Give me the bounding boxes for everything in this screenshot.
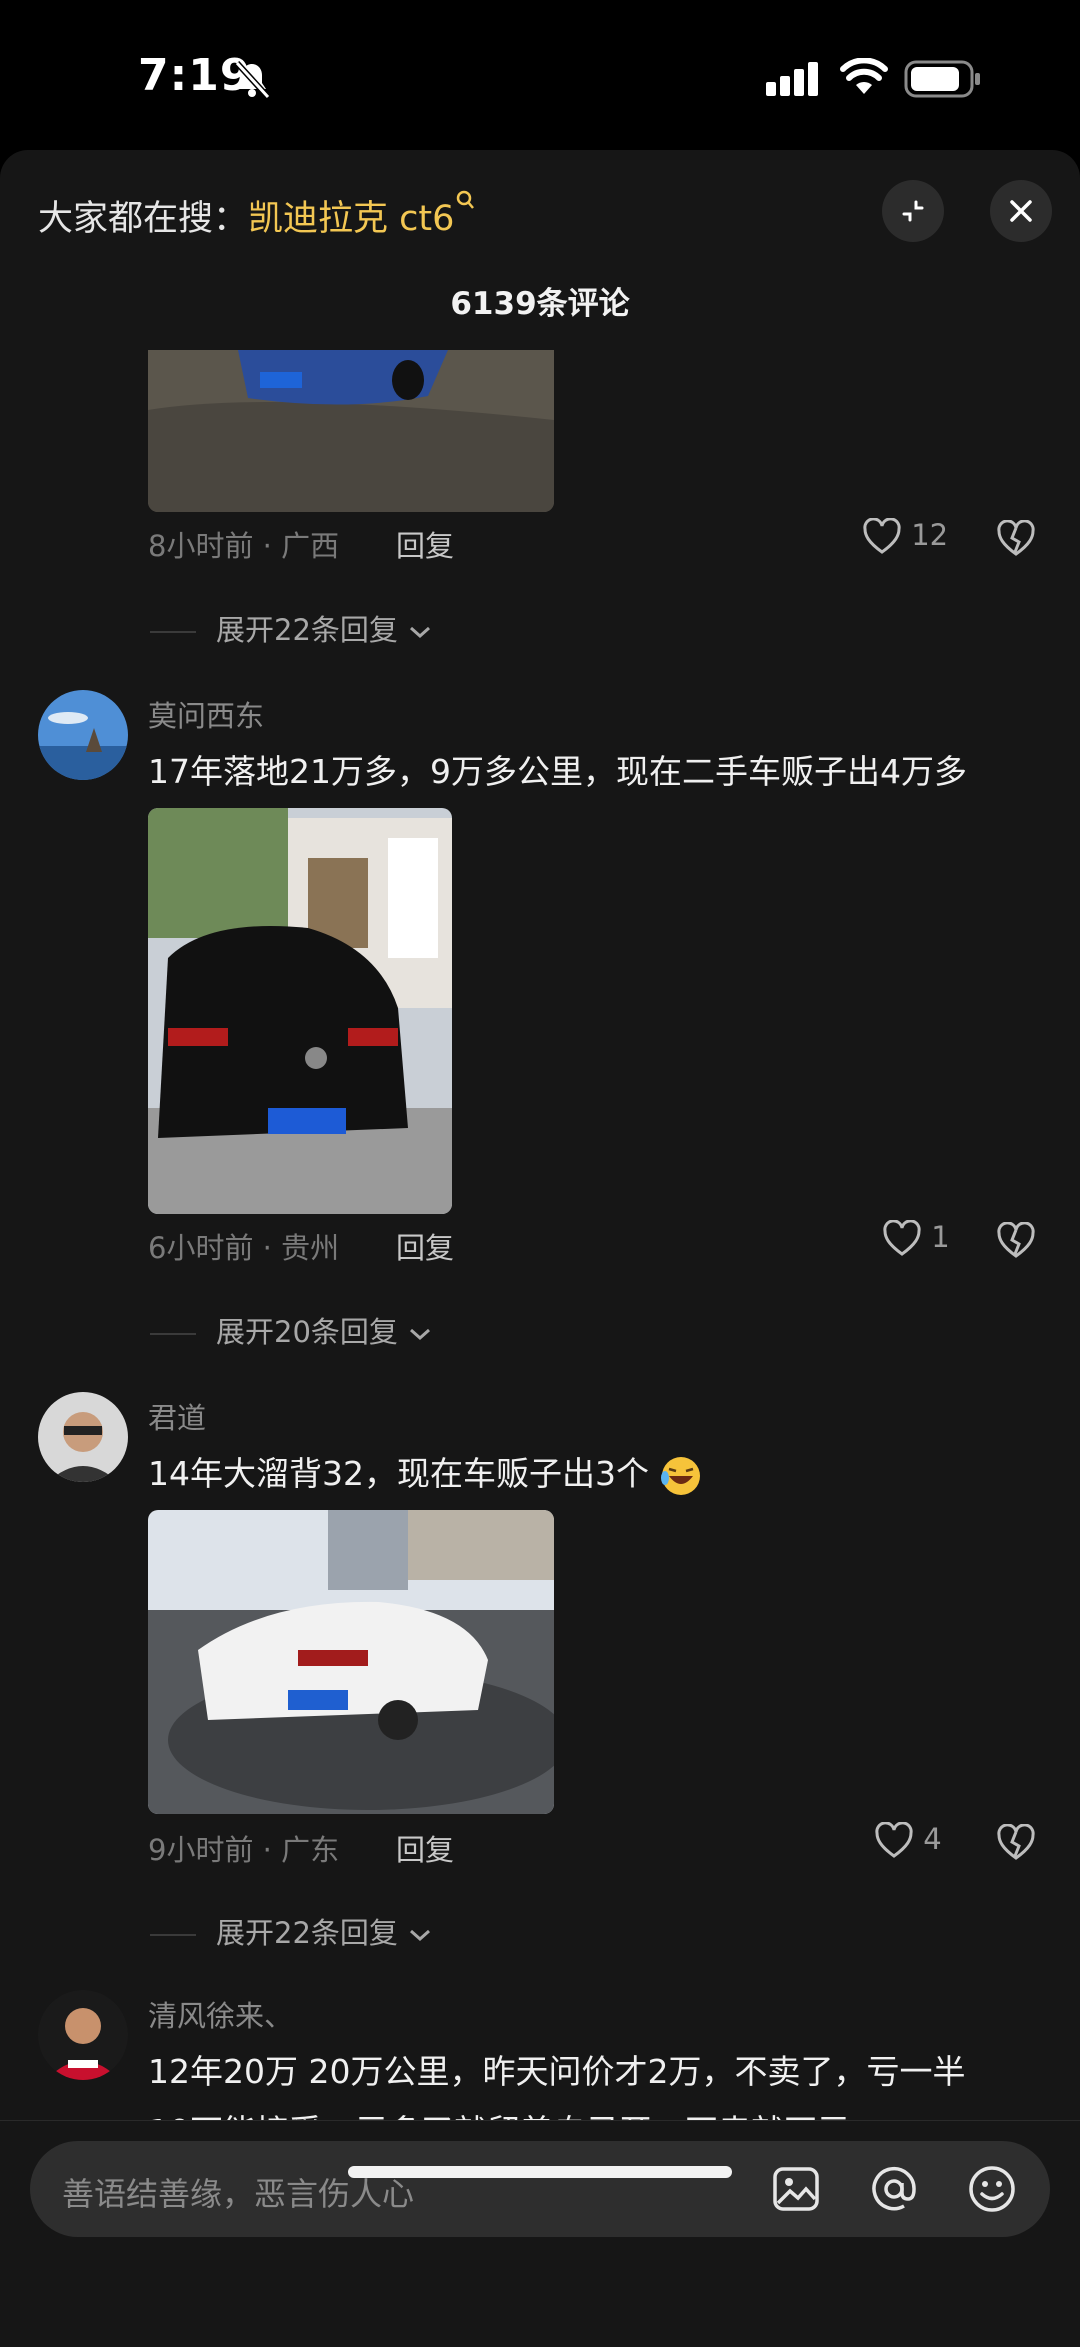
reply-button[interactable]: 回复 — [396, 523, 454, 565]
close-button[interactable] — [990, 180, 1052, 242]
heart-icon — [875, 1821, 913, 1858]
avatar-image — [38, 1990, 128, 2080]
heart-icon — [883, 1219, 921, 1256]
comment-text: 14年大溜背32，现在车贩子出3个 — [148, 1447, 703, 1498]
expand-replies-label: 展开20条回复 — [216, 1315, 398, 1349]
comment-input-bar: 善语结善缘，恶言伤人心 — [0, 2120, 1080, 2347]
hot-search[interactable]: 大家都在搜：凯迪拉克 ct6 — [38, 190, 476, 241]
expand-replies-button[interactable]: 展开22条回复 — [150, 1910, 433, 1952]
dislike-button[interactable] — [996, 1221, 1036, 1260]
emoji-icon[interactable] — [966, 2163, 1018, 2215]
status-bar: 7:19 — [0, 0, 1080, 150]
comment-text-body: 14年大溜背32，现在车贩子出3个 — [148, 1454, 649, 1493]
username[interactable]: 君道 — [148, 1395, 206, 1437]
comment-text: 12年20万 20万公里，昨天问价才2万，不卖了，亏一半 — [148, 2052, 966, 2091]
expand-replies-button[interactable]: 展开22条回复 — [150, 607, 433, 649]
expand-replies-label: 展开22条回复 — [216, 613, 398, 647]
broken-heart-icon — [997, 1823, 1035, 1860]
wifi-icon — [840, 58, 888, 94]
hot-search-keyword[interactable]: 凯迪拉克 ct6 — [248, 199, 454, 239]
like-count: 1 — [931, 1220, 950, 1254]
car-photo-white — [148, 1510, 554, 1814]
like-count: 4 — [923, 1822, 942, 1856]
home-indicator[interactable] — [348, 2166, 732, 2178]
broken-heart-icon — [997, 519, 1035, 556]
like-button[interactable]: 4 — [874, 1821, 942, 1860]
comment-image[interactable] — [148, 808, 452, 1214]
comment-count: 6139条评论 — [450, 286, 630, 322]
dislike-button[interactable] — [996, 519, 1036, 558]
like-button[interactable]: 12 — [862, 517, 949, 556]
comment-meta: 9小时前 · 广东 — [148, 1833, 340, 1867]
comment-text: 17年落地21万多，9万多公里，现在二手车贩子出4万多 — [148, 752, 967, 791]
cellular-signal-icon — [766, 62, 818, 96]
comment-image[interactable] — [148, 1510, 554, 1814]
reply-button[interactable]: 回复 — [396, 1827, 454, 1869]
username[interactable]: 清风徐来、 — [148, 1993, 293, 2035]
comments-sheet: 大家都在搜：凯迪拉克 ct6 6139条评论 8小时前 · 广西 回复 12 展… — [0, 150, 1080, 2347]
chevron-down-icon — [410, 1328, 431, 1341]
car-photo-black — [148, 808, 452, 1214]
collapse-icon — [902, 200, 924, 222]
reply-button[interactable]: 回复 — [396, 1225, 454, 1267]
chevron-down-icon — [410, 1929, 431, 1942]
image-icon[interactable] — [770, 2163, 822, 2215]
comment-input[interactable]: 善语结善缘，恶言伤人心 — [30, 2141, 1050, 2237]
avatar-image — [38, 1392, 128, 1482]
heart-icon — [863, 517, 901, 554]
comment-meta: 8小时前 · 广西 — [148, 529, 340, 563]
avatar[interactable] — [38, 1990, 128, 2080]
like-button[interactable]: 1 — [882, 1219, 950, 1258]
car-photo-blue — [148, 350, 554, 512]
like-count: 12 — [911, 518, 949, 552]
comment-image[interactable] — [148, 350, 554, 512]
laughing-emoji-icon — [661, 1456, 701, 1495]
mention-icon[interactable] — [868, 2163, 920, 2215]
expand-replies-label: 展开22条回复 — [216, 1916, 398, 1950]
bell-muted-icon — [234, 60, 271, 100]
hot-search-prefix: 大家都在搜： — [38, 199, 249, 239]
collapse-button[interactable] — [882, 180, 944, 242]
broken-heart-icon — [997, 1221, 1035, 1258]
username[interactable]: 莫问西东 — [148, 693, 264, 735]
avatar-image — [38, 690, 128, 780]
expand-replies-button[interactable]: 展开20条回复 — [150, 1309, 433, 1351]
comment-meta: 6小时前 · 贵州 — [148, 1231, 340, 1265]
dislike-button[interactable] — [996, 1823, 1036, 1862]
avatar[interactable] — [38, 690, 128, 780]
search-icon — [457, 190, 475, 209]
battery-icon — [904, 60, 980, 98]
chevron-down-icon — [410, 626, 431, 639]
close-icon — [1010, 200, 1032, 222]
avatar[interactable] — [38, 1392, 128, 1482]
